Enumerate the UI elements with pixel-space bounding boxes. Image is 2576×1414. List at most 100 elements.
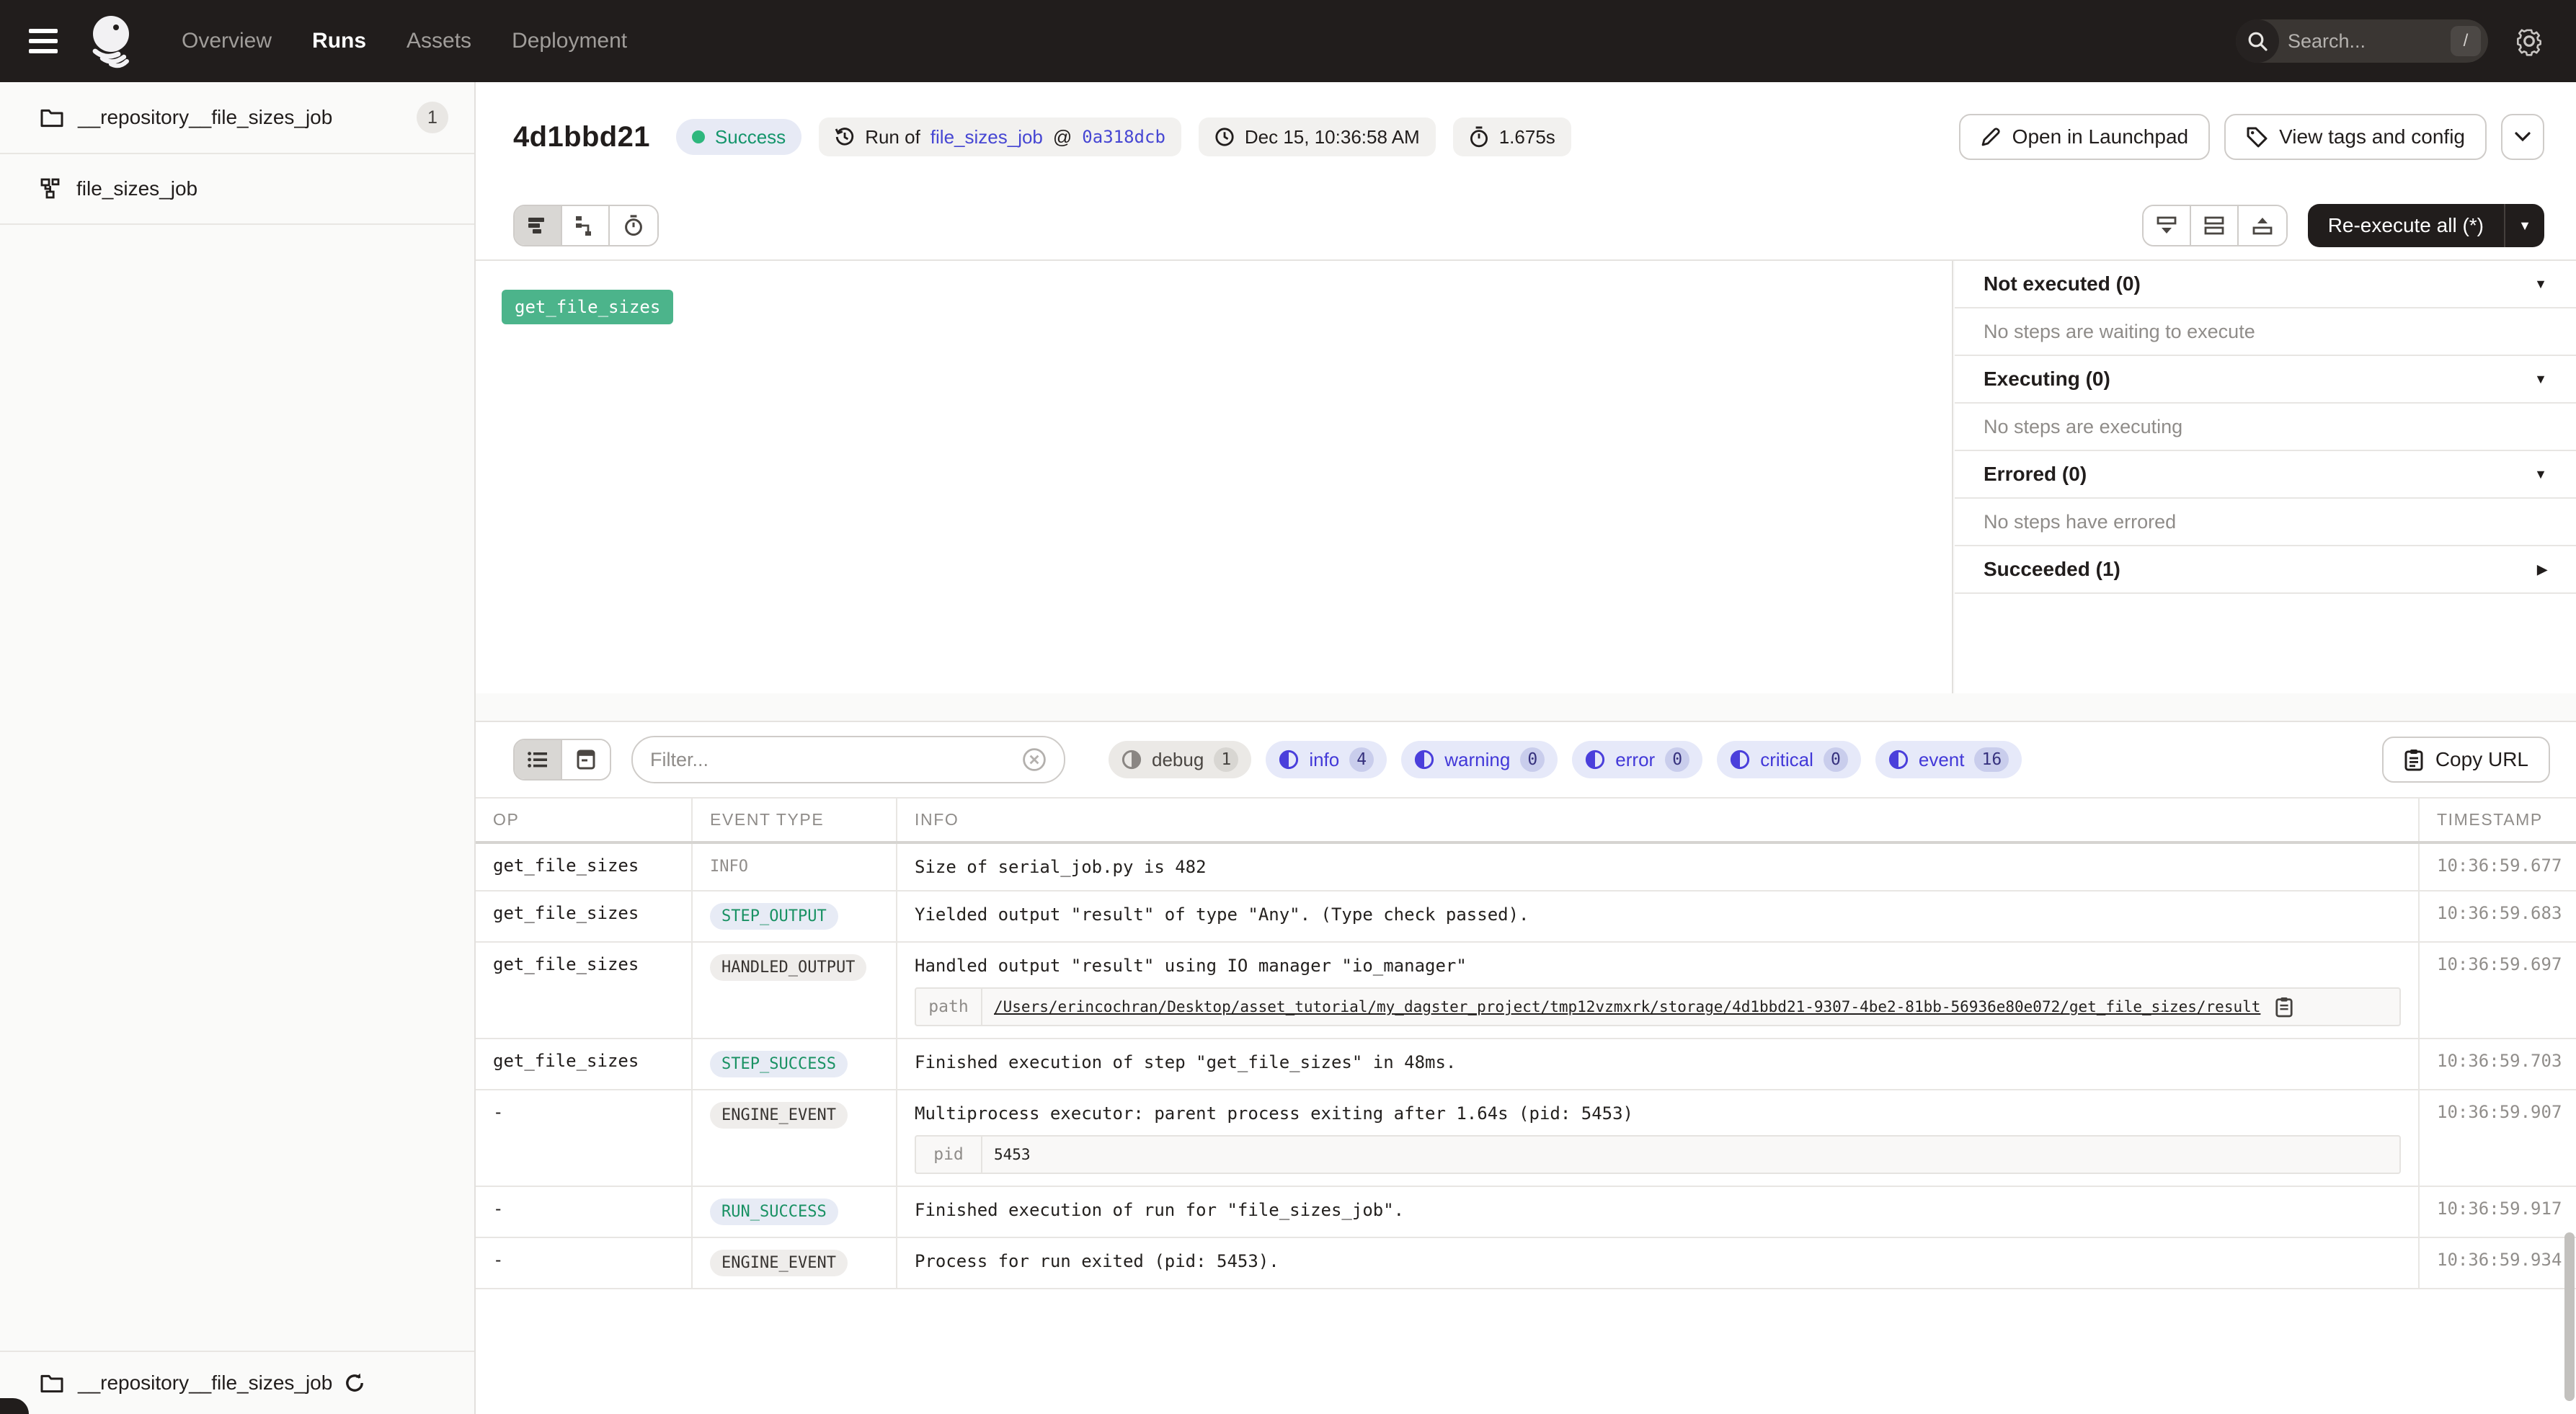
reexecute-dropdown-caret[interactable]: ▼ [2505, 204, 2544, 247]
log-level-toggle-critical[interactable]: critical 0 [1717, 741, 1861, 778]
repository-name: __repository__file_sizes_job [78, 106, 332, 129]
event-type-badge: ENGINE_EVENT [710, 1250, 848, 1276]
column-header-event-type: EVENT TYPE [692, 798, 897, 842]
run-id-title: 4d1bbd21 [513, 121, 650, 154]
log-table-view-button[interactable] [515, 740, 562, 779]
job-link[interactable]: file_sizes_job [931, 126, 1043, 148]
metadata-entry: path /Users/erincochran/Desktop/asset_tu… [915, 987, 2401, 1026]
event-log-table: OP EVENT TYPE INFO TIMESTAMP get_file_si… [476, 797, 2576, 1289]
clipboard-icon [2404, 748, 2424, 771]
log-timestamp: 10:36:59.683 [2419, 891, 2576, 942]
copy-path-icon[interactable] [2275, 996, 2293, 1018]
hamburger-menu-icon[interactable] [29, 27, 63, 55]
toggle-icon [1888, 750, 1909, 770]
reload-repository-icon[interactable] [344, 1372, 365, 1394]
run-header: 4d1bbd21 Success Run of file_sizes_job @… [476, 82, 2576, 192]
status-section-header[interactable]: Executing (0) ▼ [1955, 356, 2576, 404]
folder-icon [40, 107, 63, 128]
level-count-badge: 0 [1520, 747, 1545, 772]
dagster-logo-icon[interactable] [86, 12, 141, 70]
log-table-row[interactable]: get_file_sizes STEP_SUCCESS Finished exe… [476, 1039, 2576, 1090]
open-in-launchpad-button[interactable]: Open in Launchpad [1959, 114, 2210, 160]
settings-gear-icon[interactable] [2514, 26, 2544, 56]
level-count-badge: 4 [1349, 747, 1374, 772]
log-table-row[interactable]: get_file_sizes STEP_OUTPUT Yielded outpu… [476, 891, 2576, 942]
log-level-toggles: debug 1 info 4 warning 0 error 0 [1109, 741, 2022, 778]
log-level-toggle-event[interactable]: event 16 [1875, 741, 2022, 778]
log-table-row[interactable]: get_file_sizes HANDLED_OUTPUT Handled ou… [476, 942, 2576, 1039]
reexecute-all-button[interactable]: Re-execute all (*) ▼ [2308, 204, 2544, 247]
column-header-info: INFO [897, 798, 2419, 842]
gantt-step-bar[interactable]: get_file_sizes [502, 290, 673, 324]
toggle-icon [1122, 750, 1142, 770]
gantt-waterfall-view-button[interactable] [562, 206, 610, 245]
gantt-timing-view-button[interactable] [610, 206, 657, 245]
tag-icon [2246, 126, 2268, 148]
view-tags-config-button[interactable]: View tags and config [2224, 114, 2487, 160]
run-of-tag: Run of file_sizes_job @ 0a318dcb [819, 117, 1181, 156]
log-filter-input[interactable] [650, 749, 1022, 771]
sidebar-footer: __repository__file_sizes_job [0, 1351, 474, 1414]
section-toggle-icon[interactable]: ▶ [2537, 562, 2547, 577]
log-level-toggle-debug[interactable]: debug 1 [1109, 741, 1251, 778]
gantt-toolbar: Re-execute all (*) ▼ [476, 192, 2576, 261]
gantt-flat-view-button[interactable] [515, 206, 562, 245]
commit-link[interactable]: 0a318dcb [1082, 127, 1165, 147]
level-count-badge: 0 [1824, 747, 1848, 772]
run-status-badge: Success [676, 119, 801, 155]
section-toggle-icon[interactable]: ▼ [2534, 277, 2547, 292]
sidebar-item-repository[interactable]: __repository__file_sizes_job 1 [0, 82, 474, 154]
dagster-run-page: Overview Runs Assets Deployment / __reposit… [0, 0, 2576, 1414]
folder-icon [40, 1373, 63, 1393]
log-level-toggle-error[interactable]: error 0 [1572, 741, 1702, 778]
primary-nav: Overview Runs Assets Deployment [182, 29, 627, 53]
status-section-message: No steps have errored [1955, 499, 2576, 546]
status-section-message: No steps are waiting to execute [1955, 308, 2576, 356]
toggle-icon [1730, 750, 1750, 770]
nav-item-deployment[interactable]: Deployment [512, 29, 627, 53]
section-toggle-icon[interactable]: ▼ [2534, 372, 2547, 387]
run-detail-main: 4d1bbd21 Success Run of file_sizes_job @… [476, 82, 2576, 1414]
global-search[interactable]: / [2236, 19, 2488, 63]
layout-top-panel-button[interactable] [2144, 206, 2191, 245]
run-actions-dropdown-button[interactable] [2501, 114, 2544, 160]
sidebar-item-job[interactable]: file_sizes_job [0, 154, 474, 225]
column-header-op: OP [476, 798, 692, 842]
log-level-toggle-info[interactable]: info 4 [1266, 741, 1387, 778]
job-graph-icon [40, 178, 62, 200]
job-name: file_sizes_job [76, 177, 197, 200]
status-section-header[interactable]: Succeeded (1) ▶ [1955, 546, 2576, 594]
log-timestamp: 10:36:59.907 [2419, 1090, 2576, 1186]
history-clock-icon [835, 127, 855, 147]
log-filter-field [631, 736, 1065, 783]
event-type-badge: ENGINE_EVENT [710, 1102, 848, 1129]
log-timestamp: 10:36:59.703 [2419, 1039, 2576, 1090]
log-timestamp: 10:36:59.677 [2419, 842, 2576, 891]
nav-item-runs[interactable]: Runs [312, 29, 366, 53]
repo-job-count-badge: 1 [417, 102, 448, 133]
pencil-icon [1981, 127, 2001, 147]
toggle-icon [1279, 750, 1299, 770]
status-section-header[interactable]: Errored (0) ▼ [1955, 451, 2576, 499]
nav-item-assets[interactable]: Assets [407, 29, 471, 53]
nav-item-overview[interactable]: Overview [182, 29, 272, 53]
copy-url-button[interactable]: Copy URL [2382, 737, 2550, 783]
layout-bottom-panel-button[interactable] [2239, 206, 2286, 245]
layout-split-panel-button[interactable] [2191, 206, 2239, 245]
vertical-scrollbar[interactable] [2564, 1232, 2575, 1401]
run-datetime-tag: Dec 15, 10:36:58 AM [1199, 117, 1436, 156]
footer-repository-name: __repository__file_sizes_job [78, 1371, 332, 1395]
section-toggle-icon[interactable]: ▼ [2534, 467, 2547, 482]
log-level-toggle-warning[interactable]: warning 0 [1401, 741, 1558, 778]
log-raw-view-button[interactable] [562, 740, 610, 779]
log-table-row[interactable]: - RUN_SUCCESS Finished execution of run … [476, 1186, 2576, 1237]
log-table-row[interactable]: get_file_sizes INFO Size of serial_job.p… [476, 842, 2576, 891]
status-section-message: No steps are executing [1955, 404, 2576, 451]
log-table-row[interactable]: - ENGINE_EVENT Multiprocess executor: pa… [476, 1090, 2576, 1186]
search-shortcut-key: / [2451, 26, 2481, 56]
clear-filter-icon[interactable] [1022, 747, 1047, 772]
status-section-header[interactable]: Not executed (0) ▼ [1955, 261, 2576, 308]
log-table-row[interactable]: - ENGINE_EVENT Process for run exited (p… [476, 1237, 2576, 1289]
level-count-badge: 16 [1974, 747, 2009, 772]
search-input[interactable] [2279, 30, 2451, 53]
